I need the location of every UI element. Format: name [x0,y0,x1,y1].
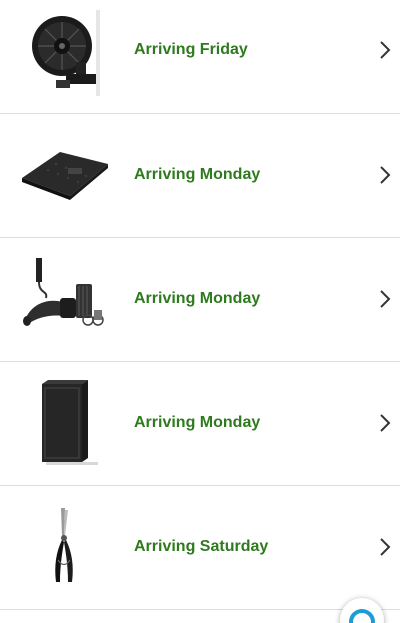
chevron-right-icon [378,412,392,434]
chevron-right-icon [378,288,392,310]
order-row-1[interactable]: Arriving Friday [0,0,400,114]
delivery-status: Arriving Saturday [134,538,269,555]
order-row-2[interactable]: Arriving Monday [0,114,400,238]
chevron-right-icon [378,39,392,61]
orders-list: Arriving Friday Arriving Monday Arriving… [0,0,400,623]
delivery-status: Arriving Monday [134,414,261,431]
chevron-right-icon [378,536,392,558]
order-row-4[interactable]: Arriving Monday [0,362,400,486]
order-row-5[interactable]: Arriving Saturday [0,486,400,610]
order-row-3[interactable]: Arriving Monday [0,238,400,362]
delivery-status: Arriving Monday [134,290,261,307]
clip-fan-icon [18,8,112,100]
inline-fan-filter-kit-icon [18,254,112,346]
chevron-right-icon [378,164,392,186]
led-grow-panel-icon [18,130,112,222]
pruning-shears-icon [18,500,112,592]
delivery-status: Arriving Monday [134,166,261,183]
delivery-status: Arriving Friday [134,41,248,58]
grow-tent-icon [18,376,112,468]
